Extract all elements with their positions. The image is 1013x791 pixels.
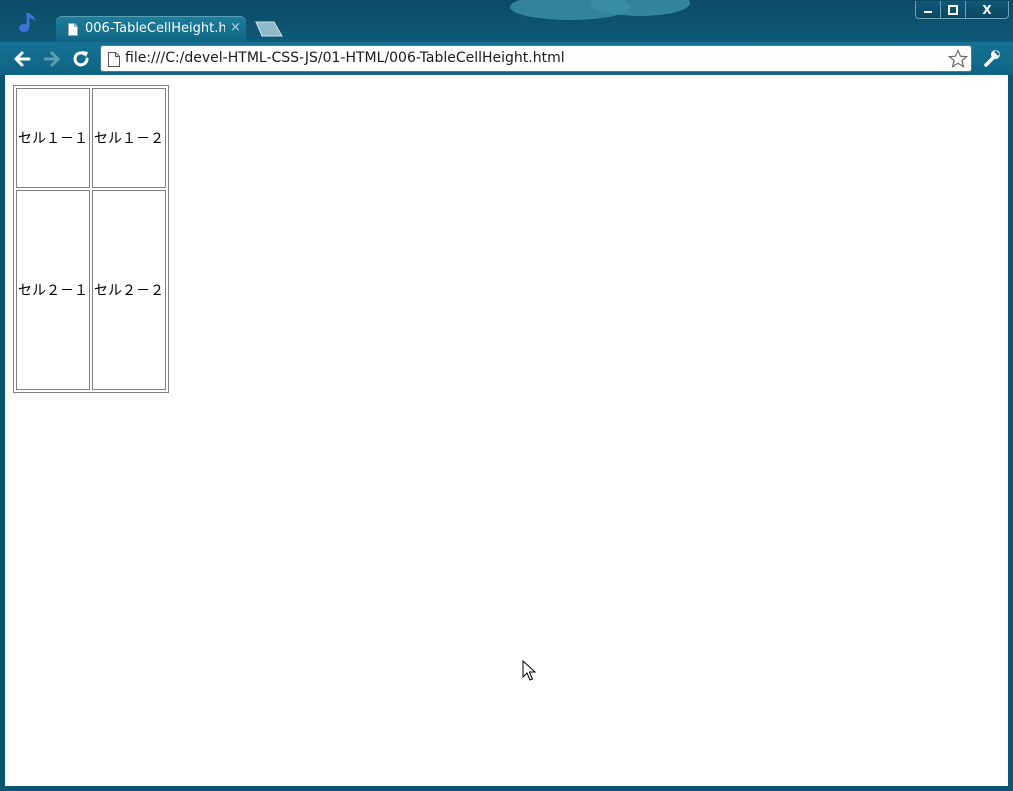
table-cell: セル１－１ bbox=[16, 88, 90, 188]
music-note-icon bbox=[19, 13, 36, 32]
star-icon[interactable] bbox=[948, 49, 968, 69]
page-icon bbox=[68, 23, 78, 36]
close-icon: X bbox=[982, 2, 992, 17]
reload-icon[interactable] bbox=[70, 48, 92, 70]
wrench-icon[interactable] bbox=[982, 48, 1002, 68]
table-cell: セル２－２ bbox=[92, 190, 166, 390]
maximize-button[interactable] bbox=[940, 1, 966, 19]
minimize-button[interactable] bbox=[915, 1, 941, 19]
data-table: セル１－１ セル１－２ セル２－１ セル２－２ bbox=[13, 85, 169, 393]
page-content: セル１－１ セル１－２ セル２－１ セル２－２ bbox=[5, 75, 1008, 786]
tab-title: 006-TableCellHeight.htm bbox=[85, 21, 225, 36]
forward-arrow-icon[interactable] bbox=[41, 48, 63, 70]
maximize-icon bbox=[948, 4, 958, 15]
tab-close-icon[interactable]: × bbox=[230, 20, 241, 35]
table-row: セル２－１ セル２－２ bbox=[16, 190, 166, 390]
close-window-button[interactable]: X bbox=[965, 1, 1009, 19]
toolbar: file:///C:/devel-HTML-CSS-JS/01-HTML/006… bbox=[0, 42, 1013, 75]
tab-active[interactable]: 006-TableCellHeight.htm × bbox=[56, 16, 246, 42]
table-cell: セル１－２ bbox=[92, 88, 166, 188]
browser-window: 006-TableCellHeight.htm × X bbox=[0, 0, 1013, 791]
table-cell: セル２－１ bbox=[16, 190, 90, 390]
title-bar: 006-TableCellHeight.htm × X bbox=[0, 0, 1013, 42]
minimize-icon bbox=[924, 10, 932, 13]
page-icon bbox=[108, 52, 120, 67]
window-controls: X bbox=[915, 1, 1009, 19]
back-arrow-icon[interactable] bbox=[11, 48, 33, 70]
url-text[interactable]: file:///C:/devel-HTML-CSS-JS/01-HTML/006… bbox=[125, 50, 565, 66]
new-tab-button[interactable] bbox=[254, 21, 284, 37]
address-bar[interactable]: file:///C:/devel-HTML-CSS-JS/01-HTML/006… bbox=[100, 45, 972, 72]
mouse-cursor-icon bbox=[522, 660, 536, 681]
table-row: セル１－１ セル１－２ bbox=[16, 88, 166, 188]
